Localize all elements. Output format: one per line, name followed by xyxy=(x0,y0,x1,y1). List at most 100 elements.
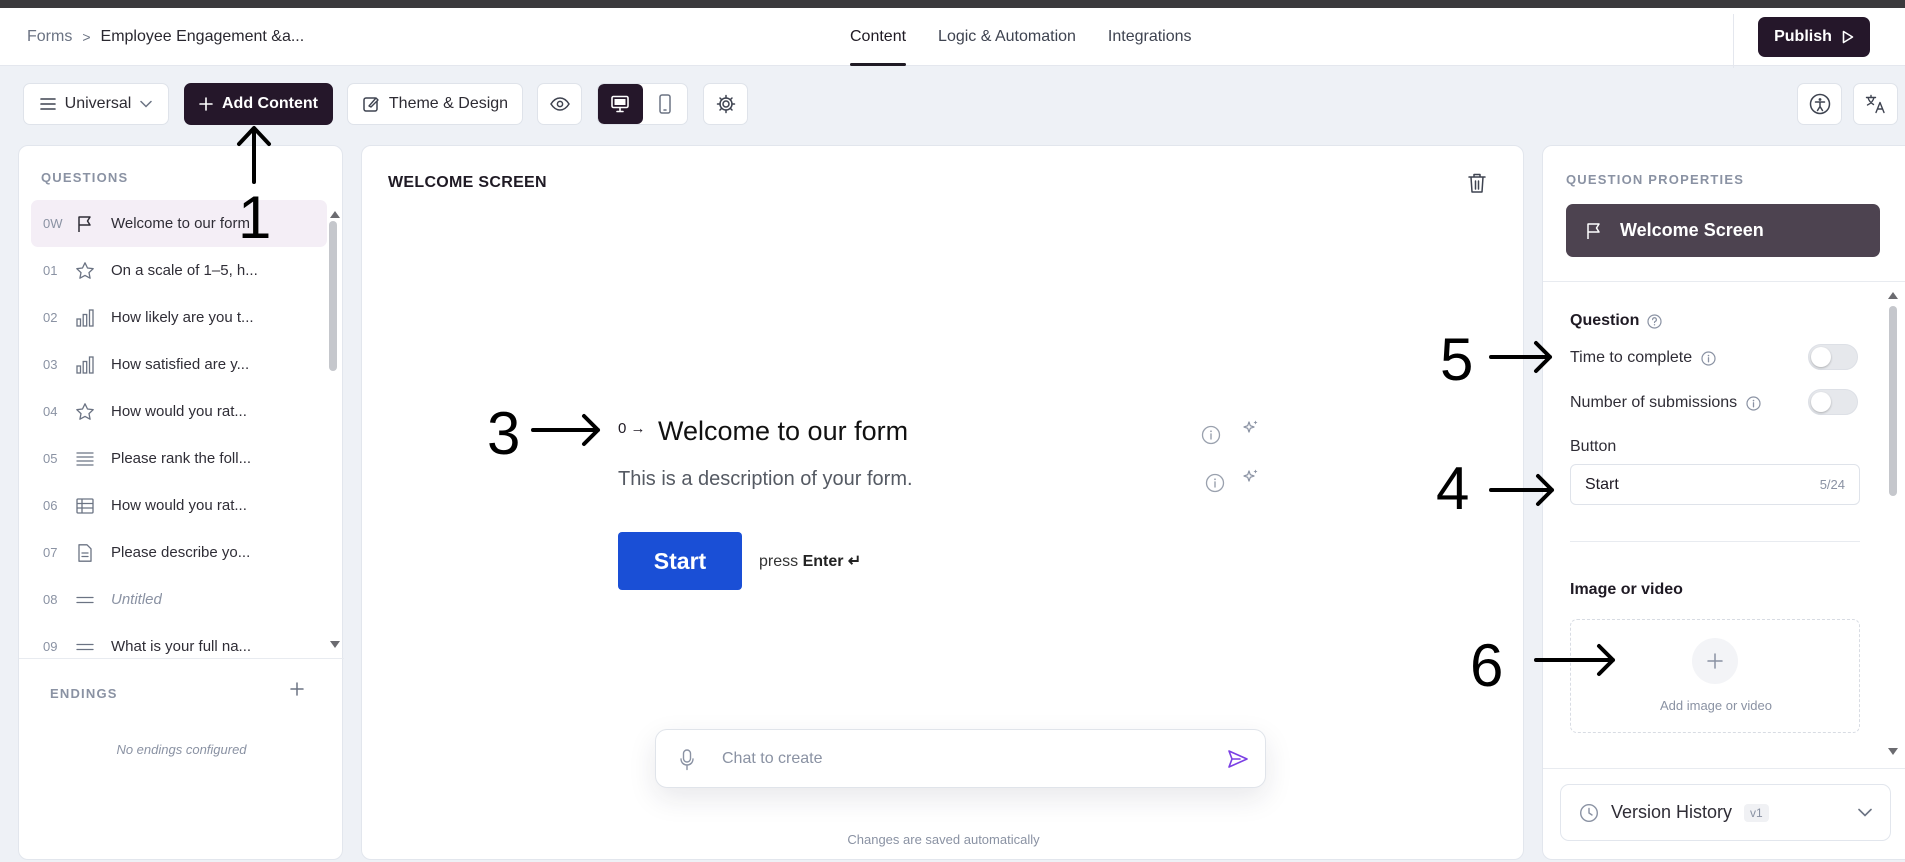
properties-divider xyxy=(1570,541,1860,542)
microphone-icon xyxy=(680,749,694,771)
autosave-status: Changes are saved automatically xyxy=(847,832,1040,847)
breadcrumb-current: Employee Engagement &a... xyxy=(100,28,305,45)
menu-icon xyxy=(39,97,56,111)
accessibility-icon xyxy=(1809,93,1831,115)
enter-key: Enter ↵ xyxy=(802,553,862,570)
no-endings-text: No endings configured xyxy=(116,742,247,757)
tab-logic-automation[interactable]: Logic & Automation xyxy=(938,8,1076,66)
question-number: 07 xyxy=(43,545,58,560)
annotation-arrow-right xyxy=(530,412,602,448)
ai-sparkle-icon[interactable] xyxy=(1242,468,1260,486)
breadcrumb: Forms > Employee Engagement &a... xyxy=(27,28,304,46)
desktop-view-button[interactable] xyxy=(598,84,643,124)
universal-dropdown[interactable]: Universal xyxy=(23,83,169,125)
question-item-welcome[interactable]: 0W Welcome to our form xyxy=(31,200,327,247)
settings-button[interactable] xyxy=(703,83,748,125)
accessibility-button[interactable] xyxy=(1797,83,1842,125)
ai-sparkle-icon[interactable] xyxy=(1242,419,1260,437)
add-content-button[interactable]: Add Content xyxy=(184,83,333,125)
version-history-button[interactable]: Version History v1 xyxy=(1560,784,1891,841)
translate-button[interactable] xyxy=(1853,83,1898,125)
info-icon[interactable] xyxy=(1746,395,1761,411)
add-content-label: Add Content xyxy=(222,95,318,112)
time-to-complete-label: Time to complete xyxy=(1570,349,1693,366)
tab-content[interactable]: Content xyxy=(850,8,907,66)
mobile-view-button[interactable] xyxy=(643,84,688,124)
universal-label: Universal xyxy=(64,95,132,112)
star-icon xyxy=(75,402,111,422)
submissions-label: Number of submissions xyxy=(1570,394,1738,411)
version-badge: v1 xyxy=(1744,803,1769,822)
publish-button[interactable]: Publish xyxy=(1758,17,1870,57)
add-ending-button[interactable] xyxy=(289,681,305,697)
welcome-title[interactable]: Welcome to our form xyxy=(658,416,908,447)
version-history-label: Version History xyxy=(1611,802,1733,822)
question-text: Welcome to our form xyxy=(111,215,250,232)
button-text-field[interactable]: 5/24 xyxy=(1570,464,1860,505)
flag-icon xyxy=(75,214,111,234)
tab-integrations[interactable]: Integrations xyxy=(1108,8,1192,66)
question-text: How would you rat... xyxy=(111,497,247,514)
info-icon[interactable] xyxy=(1205,473,1225,493)
properties-panel: QUESTION PROPERTIES Welcome Screen Quest… xyxy=(1542,145,1905,860)
flag-icon xyxy=(1584,221,1604,241)
questions-title: QUESTIONS xyxy=(41,170,129,185)
star-icon xyxy=(75,261,111,281)
submissions-toggle[interactable] xyxy=(1808,389,1858,415)
delete-button[interactable] xyxy=(1467,172,1487,194)
annotation-label-4: 4 xyxy=(1436,455,1470,522)
topbar-divider xyxy=(1733,14,1734,68)
send-button[interactable] xyxy=(1227,749,1249,769)
question-text: Untitled xyxy=(111,591,162,608)
question-item-03[interactable]: 03 How satisfied are y... xyxy=(31,341,327,388)
plus-icon xyxy=(290,682,304,696)
question-item-05[interactable]: 05 Please rank the foll... xyxy=(31,435,327,482)
info-icon[interactable] xyxy=(1201,425,1221,445)
button-text-input[interactable] xyxy=(1585,475,1820,494)
plus-icon xyxy=(199,97,213,111)
annotation-arrow-right xyxy=(1488,472,1556,508)
submissions-label-group: Number of submissions xyxy=(1570,394,1761,412)
chat-input[interactable] xyxy=(722,748,1202,770)
table-icon xyxy=(75,496,111,516)
endings-divider xyxy=(19,658,344,659)
theme-design-button[interactable]: Theme & Design xyxy=(347,83,523,125)
mobile-icon xyxy=(659,94,671,114)
start-button[interactable]: Start xyxy=(618,532,742,590)
welcome-description[interactable]: This is a description of your form. xyxy=(618,468,913,491)
chevron-down-icon xyxy=(140,100,153,108)
bar-chart-icon xyxy=(75,308,111,328)
welcome-number: 0 → xyxy=(618,420,646,437)
question-item-07[interactable]: 07 Please describe yo... xyxy=(31,529,327,576)
question-item-09[interactable]: 09 What is your full na... xyxy=(31,623,327,670)
info-icon[interactable] xyxy=(1701,350,1716,366)
editor-canvas: WELCOME SCREEN 0 → Welcome to our form T… xyxy=(361,145,1524,860)
document-icon xyxy=(75,543,111,563)
question-item-02[interactable]: 02 How likely are you t... xyxy=(31,294,327,341)
question-item-06[interactable]: 06 How would you rat... xyxy=(31,482,327,529)
preview-button[interactable] xyxy=(537,83,582,125)
question-text: How likely are you t... xyxy=(111,309,254,326)
question-item-04[interactable]: 04 How would you rat... xyxy=(31,388,327,435)
question-item-01[interactable]: 01 On a scale of 1–5, h... xyxy=(31,247,327,294)
question-item-08[interactable]: 08 Untitled xyxy=(31,576,327,623)
breadcrumb-forms-link[interactable]: Forms xyxy=(27,28,72,46)
question-number: 03 xyxy=(43,357,58,372)
microphone-button[interactable] xyxy=(680,749,694,771)
short-text-icon xyxy=(75,637,111,657)
help-icon[interactable] xyxy=(1647,313,1662,329)
annotation-arrow-right xyxy=(1533,642,1617,678)
time-to-complete-toggle[interactable] xyxy=(1808,344,1858,370)
play-icon xyxy=(1842,30,1854,44)
question-number: 02 xyxy=(43,310,58,325)
welcome-screen-header: Welcome Screen xyxy=(1566,204,1880,257)
list-icon xyxy=(75,449,111,469)
translate-icon xyxy=(1865,94,1887,114)
question-text: How satisfied are y... xyxy=(111,356,250,373)
question-number: 08 xyxy=(43,592,58,607)
questions-scrollbar-thumb[interactable] xyxy=(329,221,337,371)
press-text: press xyxy=(759,553,799,570)
properties-scrollbar-thumb[interactable] xyxy=(1889,306,1897,496)
question-number: 01 xyxy=(43,263,58,278)
eye-icon xyxy=(549,97,570,111)
